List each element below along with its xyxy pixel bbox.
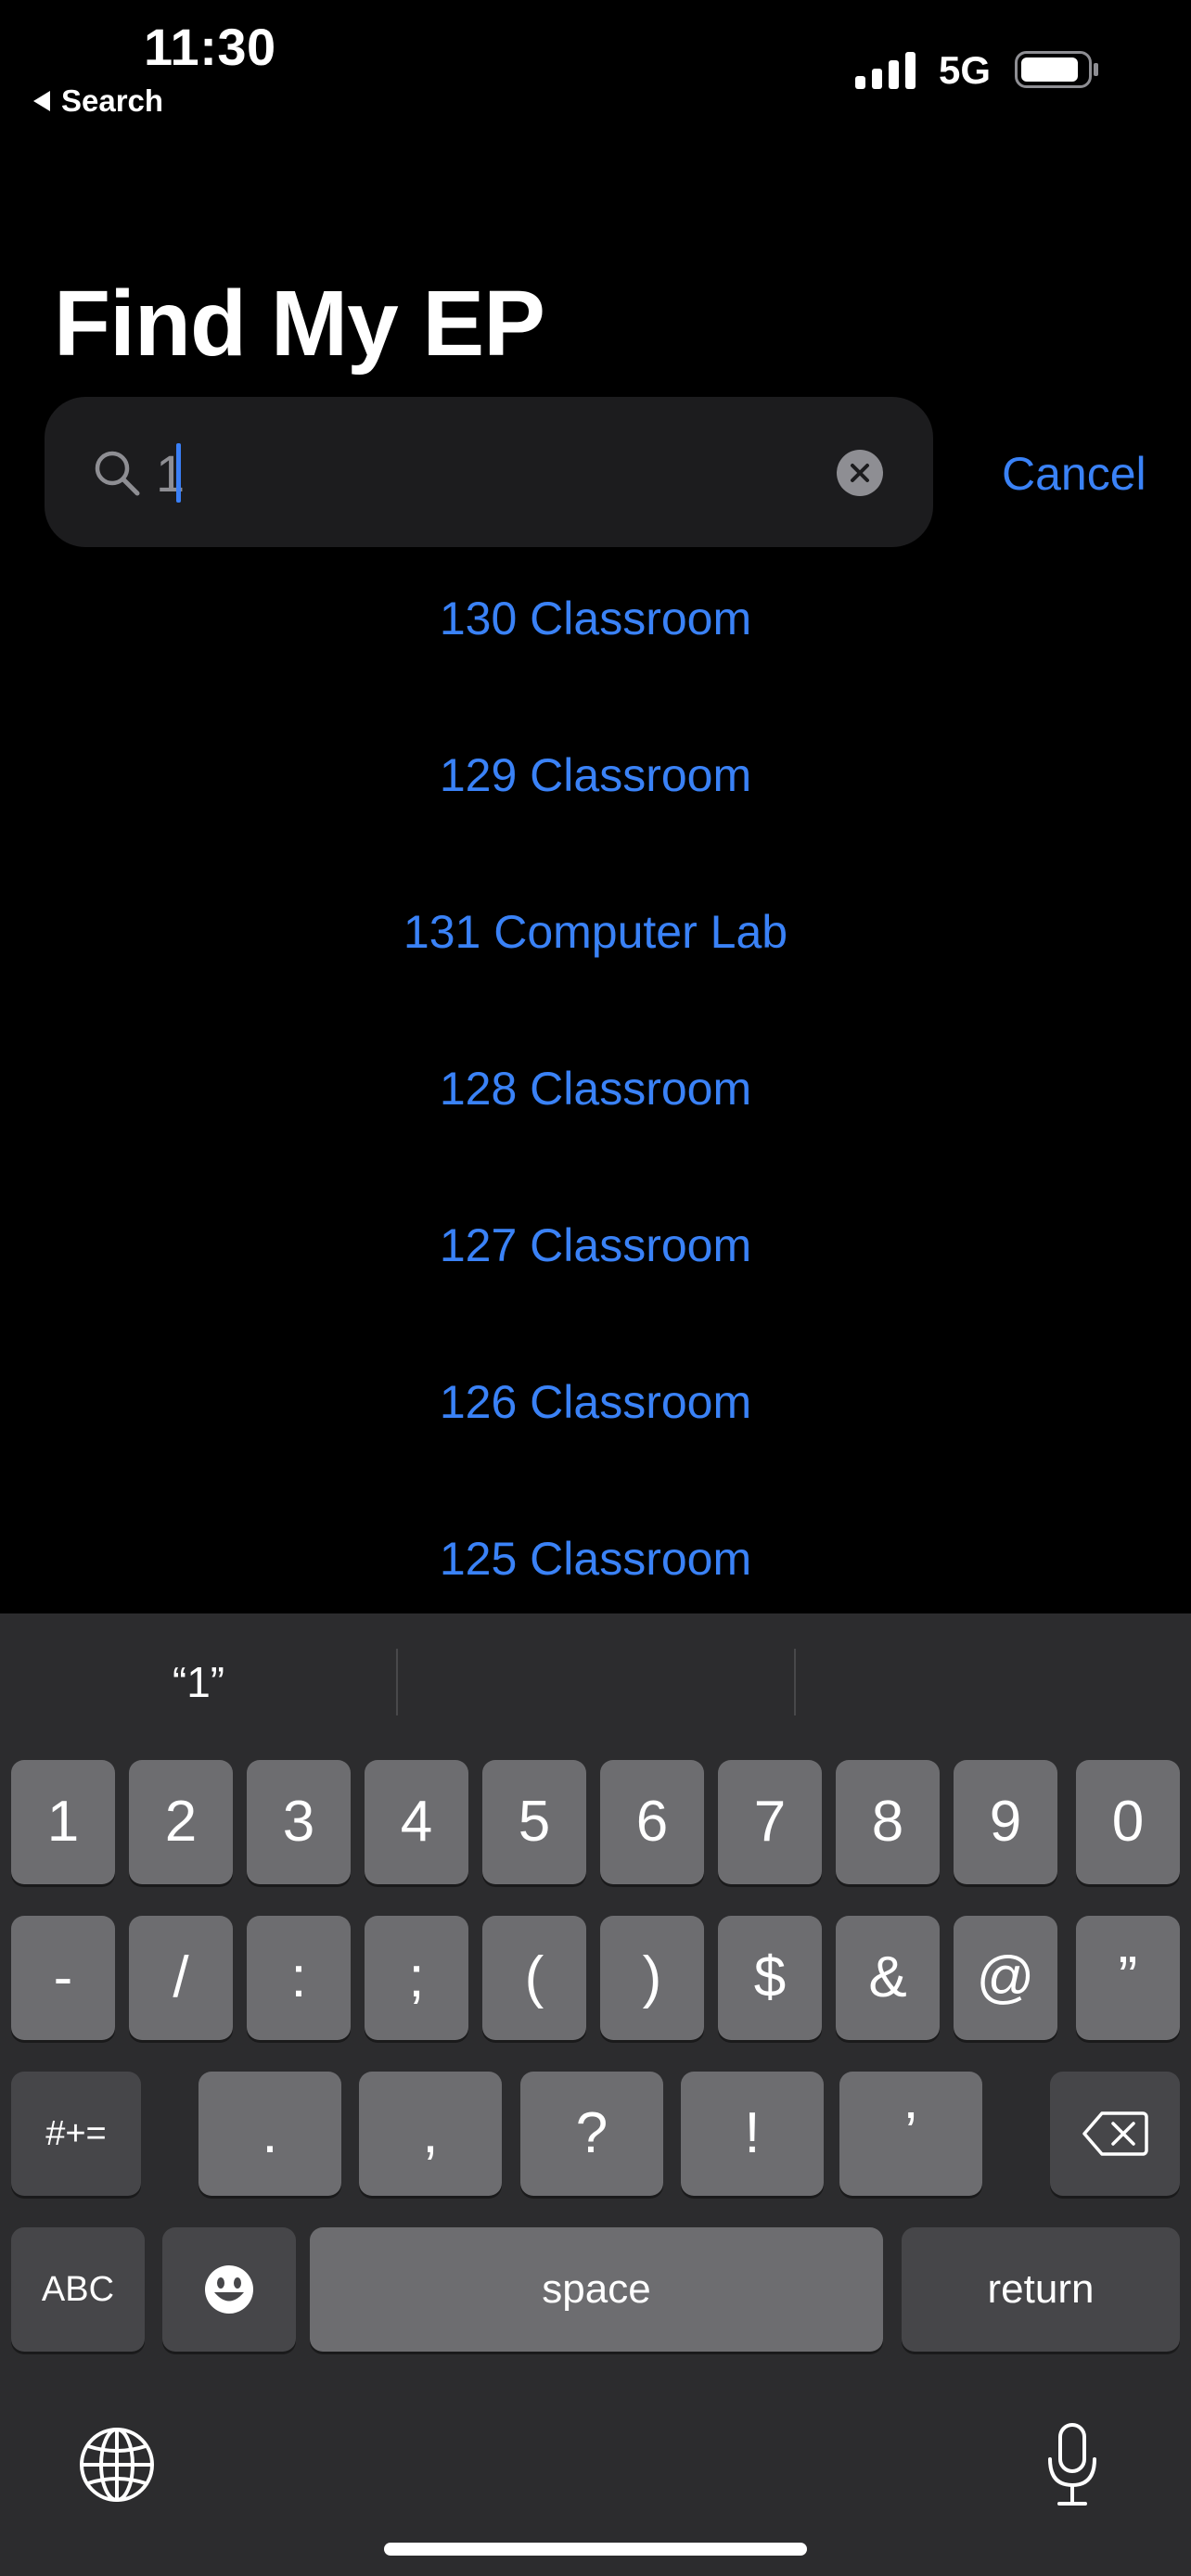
text-cursor — [176, 443, 181, 503]
cancel-button[interactable]: Cancel — [1002, 447, 1146, 501]
key-1[interactable]: 1 — [11, 1760, 115, 1884]
key-4[interactable]: 4 — [365, 1760, 468, 1884]
key-open-paren[interactable]: ( — [482, 1916, 586, 2040]
key-8[interactable]: 8 — [836, 1760, 940, 1884]
result-item[interactable]: 129 Classroom — [0, 748, 1191, 802]
result-item[interactable]: 130 Classroom — [0, 592, 1191, 645]
return-key[interactable]: return — [902, 2227, 1180, 2352]
key-period[interactable]: . — [198, 2072, 341, 2196]
key-2[interactable]: 2 — [129, 1760, 233, 1884]
delete-key[interactable] — [1050, 2072, 1180, 2196]
back-arrow-icon — [33, 91, 50, 111]
suggestion-2[interactable] — [398, 1613, 795, 1751]
result-item[interactable]: 131 Computer Lab — [0, 905, 1191, 959]
key-semicolon[interactable]: ; — [365, 1916, 468, 2040]
clear-icon — [851, 464, 869, 482]
key-9[interactable]: 9 — [954, 1760, 1057, 1884]
key-at[interactable]: @ — [954, 1916, 1057, 2040]
result-item[interactable]: 125 Classroom — [0, 1532, 1191, 1586]
key-hyphen[interactable]: - — [11, 1916, 115, 2040]
result-item[interactable]: 126 Classroom — [0, 1375, 1191, 1429]
key-close-paren[interactable]: ) — [600, 1916, 704, 2040]
suggestion-3[interactable] — [796, 1613, 1191, 1751]
search-icon — [95, 451, 140, 496]
key-comma[interactable]: , — [359, 2072, 502, 2196]
key-colon[interactable]: : — [247, 1916, 351, 2040]
network-type: 5G — [939, 48, 992, 92]
key-3[interactable]: 3 — [247, 1760, 351, 1884]
back-label: Search — [61, 83, 164, 118]
key-apostrophe[interactable]: ’ — [839, 2072, 982, 2196]
result-item[interactable]: 128 Classroom — [0, 1062, 1191, 1116]
page-title: Find My EP — [54, 272, 545, 376]
abc-key[interactable]: ABC — [11, 2227, 145, 2352]
keyboard: “1” 1 2 3 4 5 6 7 8 9 0 - / : ; ( ) $ & … — [0, 1613, 1191, 2576]
key-0[interactable]: 0 — [1076, 1760, 1180, 1884]
emoji-key[interactable] — [162, 2227, 296, 2352]
delete-icon — [1082, 2111, 1148, 2156]
result-item[interactable]: 127 Classroom — [0, 1218, 1191, 1272]
globe-icon[interactable] — [78, 2426, 156, 2504]
key-slash[interactable]: / — [129, 1916, 233, 2040]
key-6[interactable]: 6 — [600, 1760, 704, 1884]
home-indicator[interactable] — [384, 2543, 807, 2556]
status-time: 11:30 — [144, 18, 276, 76]
cellular-signal-icon — [855, 52, 916, 89]
key-question[interactable]: ? — [520, 2072, 663, 2196]
suggestion-1[interactable]: “1” — [0, 1613, 397, 1751]
key-7[interactable]: 7 — [718, 1760, 822, 1884]
key-ampersand[interactable]: & — [836, 1916, 940, 2040]
microphone-icon[interactable] — [1044, 2422, 1100, 2507]
emoji-icon — [205, 2265, 253, 2314]
back-to-search-link[interactable]: Search — [33, 83, 163, 119]
symbols-key[interactable]: #+= — [11, 2072, 141, 2196]
key-exclamation[interactable]: ! — [681, 2072, 824, 2196]
key-dollar[interactable]: $ — [718, 1916, 822, 2040]
battery-icon — [1015, 51, 1098, 88]
key-quote[interactable]: ” — [1076, 1916, 1180, 2040]
key-5[interactable]: 5 — [482, 1760, 586, 1884]
clear-search-button[interactable] — [837, 450, 883, 496]
space-key[interactable]: space — [310, 2227, 883, 2352]
